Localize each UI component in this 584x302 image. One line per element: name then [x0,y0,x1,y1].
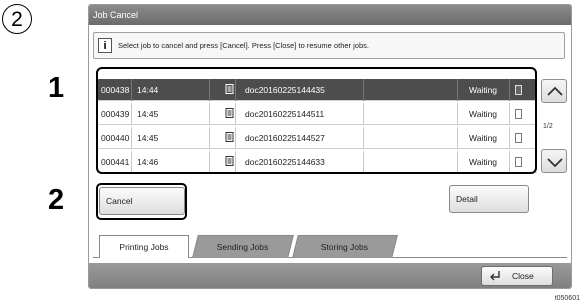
chevron-down-icon [547,158,563,168]
scroll-up-button[interactable] [541,79,567,103]
chevron-up-icon [547,86,563,96]
tab-storing-jobs[interactable]: Storing Jobs [292,235,398,258]
info-message-box: i Select job to cancel and press [Cancel… [93,32,565,59]
info-icon: i [98,38,112,53]
tab-printing-jobs[interactable]: Printing Jobs [99,235,189,258]
scroll-down-button[interactable] [541,149,567,173]
window-title: Job Cancel [89,5,571,25]
figure-code: t050601 [554,295,580,302]
cancel-button-highlight [96,183,187,220]
detail-button[interactable]: Detail [449,185,529,213]
step-number-marker: 2 [2,4,32,34]
info-message: Select job to cancel and press [Cancel].… [118,41,369,50]
close-button[interactable]: Close [481,266,553,286]
page-indicator: 1/2 [543,123,553,130]
tab-sending-jobs-label: Sending Jobs [216,242,269,252]
tab-storing-jobs-label: Storing Jobs [321,242,369,252]
return-arrow-icon [490,271,500,281]
job-list-highlight [96,67,537,174]
callout-1: 1 [48,72,65,104]
close-button-label: Close [512,271,534,281]
tab-sending-jobs[interactable]: Sending Jobs [192,235,294,258]
callout-2: 2 [48,184,65,216]
